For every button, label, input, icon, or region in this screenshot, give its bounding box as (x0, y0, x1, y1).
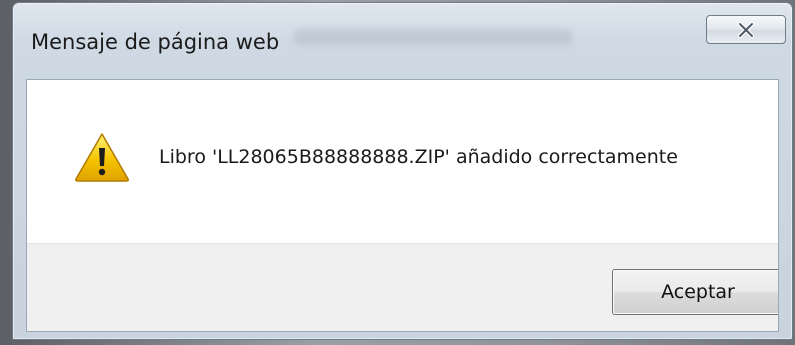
warning-icon (75, 133, 129, 182)
titlebar-glass-blur (293, 29, 573, 45)
dialog-title: Mensaje de página web (31, 30, 280, 54)
dialog-titlebar[interactable]: Mensaje de página web (13, 3, 792, 79)
close-button[interactable] (706, 15, 786, 44)
message-dialog: Mensaje de página web Libro 'LL28065B888… (12, 2, 793, 340)
close-icon (737, 21, 755, 38)
dialog-button-bar: Aceptar (27, 243, 778, 331)
accept-button[interactable]: Aceptar (612, 269, 778, 315)
dialog-message: Libro 'LL28065B88888888.ZIP' añadido cor… (159, 146, 678, 168)
dialog-content: Libro 'LL28065B88888888.ZIP' añadido cor… (26, 79, 779, 332)
message-area: Libro 'LL28065B88888888.ZIP' añadido cor… (27, 80, 778, 243)
